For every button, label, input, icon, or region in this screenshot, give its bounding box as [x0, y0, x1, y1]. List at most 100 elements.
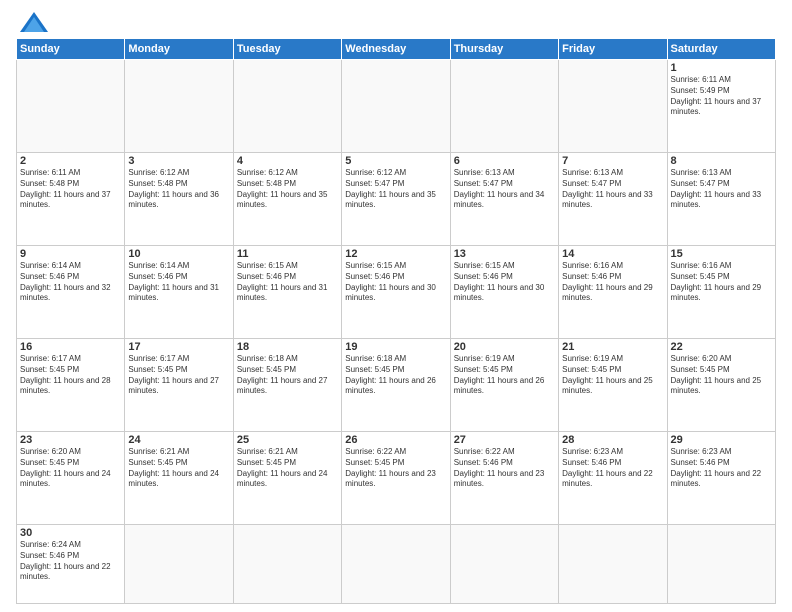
day-header-saturday: Saturday	[667, 39, 775, 60]
day-info: Sunrise: 6:13 AM Sunset: 5:47 PM Dayligh…	[562, 168, 663, 211]
day-number: 22	[671, 341, 772, 353]
day-header-tuesday: Tuesday	[233, 39, 341, 60]
day-info: Sunrise: 6:12 AM Sunset: 5:48 PM Dayligh…	[237, 168, 338, 211]
day-info: Sunrise: 6:18 AM Sunset: 5:45 PM Dayligh…	[237, 354, 338, 397]
day-header-thursday: Thursday	[450, 39, 558, 60]
calendar-cell: 25 Sunrise: 6:21 AM Sunset: 5:45 PM Dayl…	[233, 431, 341, 524]
calendar-cell: 16 Sunrise: 6:17 AM Sunset: 5:45 PM Dayl…	[17, 338, 125, 431]
day-number: 26	[345, 434, 446, 446]
day-number: 14	[562, 248, 663, 260]
day-info: Sunrise: 6:19 AM Sunset: 5:45 PM Dayligh…	[562, 354, 663, 397]
calendar-cell: 19 Sunrise: 6:18 AM Sunset: 5:45 PM Dayl…	[342, 338, 450, 431]
calendar-cell: 4 Sunrise: 6:12 AM Sunset: 5:48 PM Dayli…	[233, 152, 341, 245]
day-info: Sunrise: 6:24 AM Sunset: 5:46 PM Dayligh…	[20, 540, 121, 583]
day-header-monday: Monday	[125, 39, 233, 60]
logo-area	[16, 12, 48, 32]
header	[16, 12, 776, 32]
day-info: Sunrise: 6:13 AM Sunset: 5:47 PM Dayligh…	[454, 168, 555, 211]
calendar-cell: 11 Sunrise: 6:15 AM Sunset: 5:46 PM Dayl…	[233, 245, 341, 338]
day-info: Sunrise: 6:11 AM Sunset: 5:48 PM Dayligh…	[20, 168, 121, 211]
day-info: Sunrise: 6:11 AM Sunset: 5:49 PM Dayligh…	[671, 75, 772, 118]
day-number: 21	[562, 341, 663, 353]
day-number: 11	[237, 248, 338, 260]
calendar-cell: 7 Sunrise: 6:13 AM Sunset: 5:47 PM Dayli…	[559, 152, 667, 245]
day-number: 18	[237, 341, 338, 353]
day-number: 16	[20, 341, 121, 353]
day-number: 19	[345, 341, 446, 353]
calendar-cell	[233, 524, 341, 603]
day-info: Sunrise: 6:13 AM Sunset: 5:47 PM Dayligh…	[671, 168, 772, 211]
day-number: 15	[671, 248, 772, 260]
day-info: Sunrise: 6:14 AM Sunset: 5:46 PM Dayligh…	[128, 261, 229, 304]
calendar-cell	[125, 60, 233, 153]
day-number: 4	[237, 155, 338, 167]
day-info: Sunrise: 6:23 AM Sunset: 5:46 PM Dayligh…	[671, 447, 772, 490]
day-info: Sunrise: 6:23 AM Sunset: 5:46 PM Dayligh…	[562, 447, 663, 490]
day-info: Sunrise: 6:17 AM Sunset: 5:45 PM Dayligh…	[20, 354, 121, 397]
calendar-cell	[125, 524, 233, 603]
day-number: 29	[671, 434, 772, 446]
day-info: Sunrise: 6:22 AM Sunset: 5:45 PM Dayligh…	[345, 447, 446, 490]
day-info: Sunrise: 6:21 AM Sunset: 5:45 PM Dayligh…	[128, 447, 229, 490]
day-info: Sunrise: 6:15 AM Sunset: 5:46 PM Dayligh…	[454, 261, 555, 304]
calendar-cell: 10 Sunrise: 6:14 AM Sunset: 5:46 PM Dayl…	[125, 245, 233, 338]
calendar-cell	[342, 60, 450, 153]
calendar-cell	[559, 60, 667, 153]
calendar-cell	[342, 524, 450, 603]
day-number: 25	[237, 434, 338, 446]
calendar-cell: 26 Sunrise: 6:22 AM Sunset: 5:45 PM Dayl…	[342, 431, 450, 524]
day-info: Sunrise: 6:14 AM Sunset: 5:46 PM Dayligh…	[20, 261, 121, 304]
day-number: 1	[671, 62, 772, 74]
logo	[16, 12, 48, 32]
calendar-cell: 30 Sunrise: 6:24 AM Sunset: 5:46 PM Dayl…	[17, 524, 125, 603]
day-info: Sunrise: 6:17 AM Sunset: 5:45 PM Dayligh…	[128, 354, 229, 397]
calendar-cell: 9 Sunrise: 6:14 AM Sunset: 5:46 PM Dayli…	[17, 245, 125, 338]
calendar-cell: 24 Sunrise: 6:21 AM Sunset: 5:45 PM Dayl…	[125, 431, 233, 524]
calendar-cell	[667, 524, 775, 603]
calendar-cell	[450, 524, 558, 603]
calendar-table: SundayMondayTuesdayWednesdayThursdayFrid…	[16, 38, 776, 604]
day-number: 30	[20, 527, 121, 539]
day-info: Sunrise: 6:20 AM Sunset: 5:45 PM Dayligh…	[671, 354, 772, 397]
day-number: 5	[345, 155, 446, 167]
calendar-cell: 20 Sunrise: 6:19 AM Sunset: 5:45 PM Dayl…	[450, 338, 558, 431]
calendar-cell: 22 Sunrise: 6:20 AM Sunset: 5:45 PM Dayl…	[667, 338, 775, 431]
calendar-cell: 29 Sunrise: 6:23 AM Sunset: 5:46 PM Dayl…	[667, 431, 775, 524]
day-info: Sunrise: 6:15 AM Sunset: 5:46 PM Dayligh…	[345, 261, 446, 304]
day-number: 9	[20, 248, 121, 260]
calendar-cell: 23 Sunrise: 6:20 AM Sunset: 5:45 PM Dayl…	[17, 431, 125, 524]
calendar-cell: 1 Sunrise: 6:11 AM Sunset: 5:49 PM Dayli…	[667, 60, 775, 153]
calendar-cell	[450, 60, 558, 153]
calendar-cell: 2 Sunrise: 6:11 AM Sunset: 5:48 PM Dayli…	[17, 152, 125, 245]
calendar-cell: 12 Sunrise: 6:15 AM Sunset: 5:46 PM Dayl…	[342, 245, 450, 338]
day-info: Sunrise: 6:12 AM Sunset: 5:47 PM Dayligh…	[345, 168, 446, 211]
day-number: 27	[454, 434, 555, 446]
calendar-cell	[559, 524, 667, 603]
day-header-wednesday: Wednesday	[342, 39, 450, 60]
day-number: 3	[128, 155, 229, 167]
day-number: 23	[20, 434, 121, 446]
calendar-cell: 13 Sunrise: 6:15 AM Sunset: 5:46 PM Dayl…	[450, 245, 558, 338]
day-info: Sunrise: 6:12 AM Sunset: 5:48 PM Dayligh…	[128, 168, 229, 211]
calendar-cell	[233, 60, 341, 153]
calendar-cell: 3 Sunrise: 6:12 AM Sunset: 5:48 PM Dayli…	[125, 152, 233, 245]
day-number: 12	[345, 248, 446, 260]
calendar-cell: 18 Sunrise: 6:18 AM Sunset: 5:45 PM Dayl…	[233, 338, 341, 431]
calendar-cell	[17, 60, 125, 153]
day-info: Sunrise: 6:19 AM Sunset: 5:45 PM Dayligh…	[454, 354, 555, 397]
day-number: 8	[671, 155, 772, 167]
day-info: Sunrise: 6:22 AM Sunset: 5:46 PM Dayligh…	[454, 447, 555, 490]
calendar-cell: 17 Sunrise: 6:17 AM Sunset: 5:45 PM Dayl…	[125, 338, 233, 431]
day-number: 6	[454, 155, 555, 167]
calendar-cell: 27 Sunrise: 6:22 AM Sunset: 5:46 PM Dayl…	[450, 431, 558, 524]
page: SundayMondayTuesdayWednesdayThursdayFrid…	[0, 0, 792, 612]
day-number: 2	[20, 155, 121, 167]
day-number: 13	[454, 248, 555, 260]
calendar-cell: 6 Sunrise: 6:13 AM Sunset: 5:47 PM Dayli…	[450, 152, 558, 245]
calendar-cell: 14 Sunrise: 6:16 AM Sunset: 5:46 PM Dayl…	[559, 245, 667, 338]
day-header-sunday: Sunday	[17, 39, 125, 60]
day-info: Sunrise: 6:16 AM Sunset: 5:46 PM Dayligh…	[562, 261, 663, 304]
calendar-cell: 15 Sunrise: 6:16 AM Sunset: 5:45 PM Dayl…	[667, 245, 775, 338]
day-info: Sunrise: 6:18 AM Sunset: 5:45 PM Dayligh…	[345, 354, 446, 397]
day-info: Sunrise: 6:16 AM Sunset: 5:45 PM Dayligh…	[671, 261, 772, 304]
